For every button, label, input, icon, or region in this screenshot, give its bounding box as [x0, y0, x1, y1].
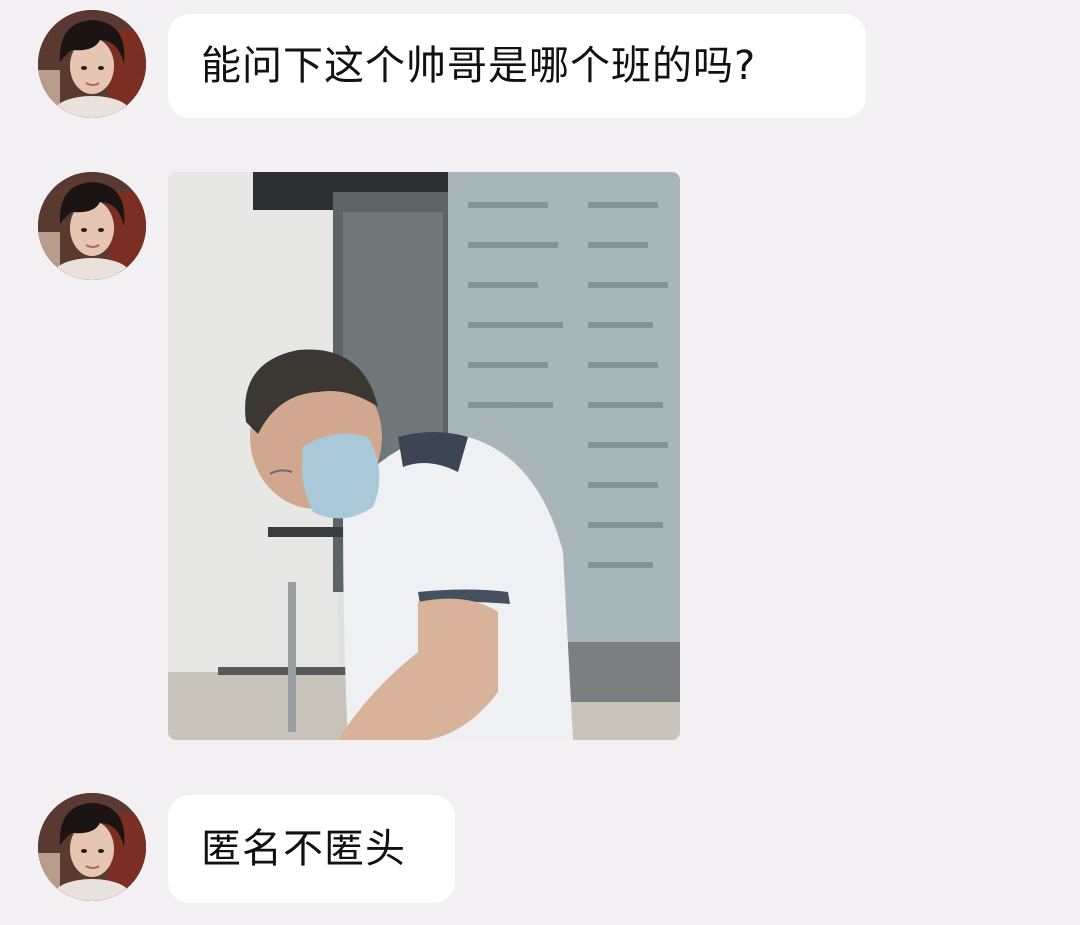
- sender-avatar[interactable]: [38, 172, 146, 280]
- avatar-portrait: [38, 172, 146, 280]
- message-bubble[interactable]: 匿名不匿头: [168, 795, 455, 903]
- message-bubble[interactable]: 能问下这个帅哥是哪个班的吗?: [168, 14, 866, 118]
- avatar-portrait: [38, 10, 146, 118]
- message-text: 匿名不匿头: [201, 826, 406, 872]
- message-image[interactable]: [168, 172, 680, 740]
- sender-avatar[interactable]: [38, 793, 146, 901]
- avatar-portrait: [38, 793, 146, 901]
- message-text: 能问下这个帅哥是哪个班的吗?: [201, 43, 757, 89]
- sender-avatar[interactable]: [38, 10, 146, 118]
- photo-content: [168, 172, 680, 740]
